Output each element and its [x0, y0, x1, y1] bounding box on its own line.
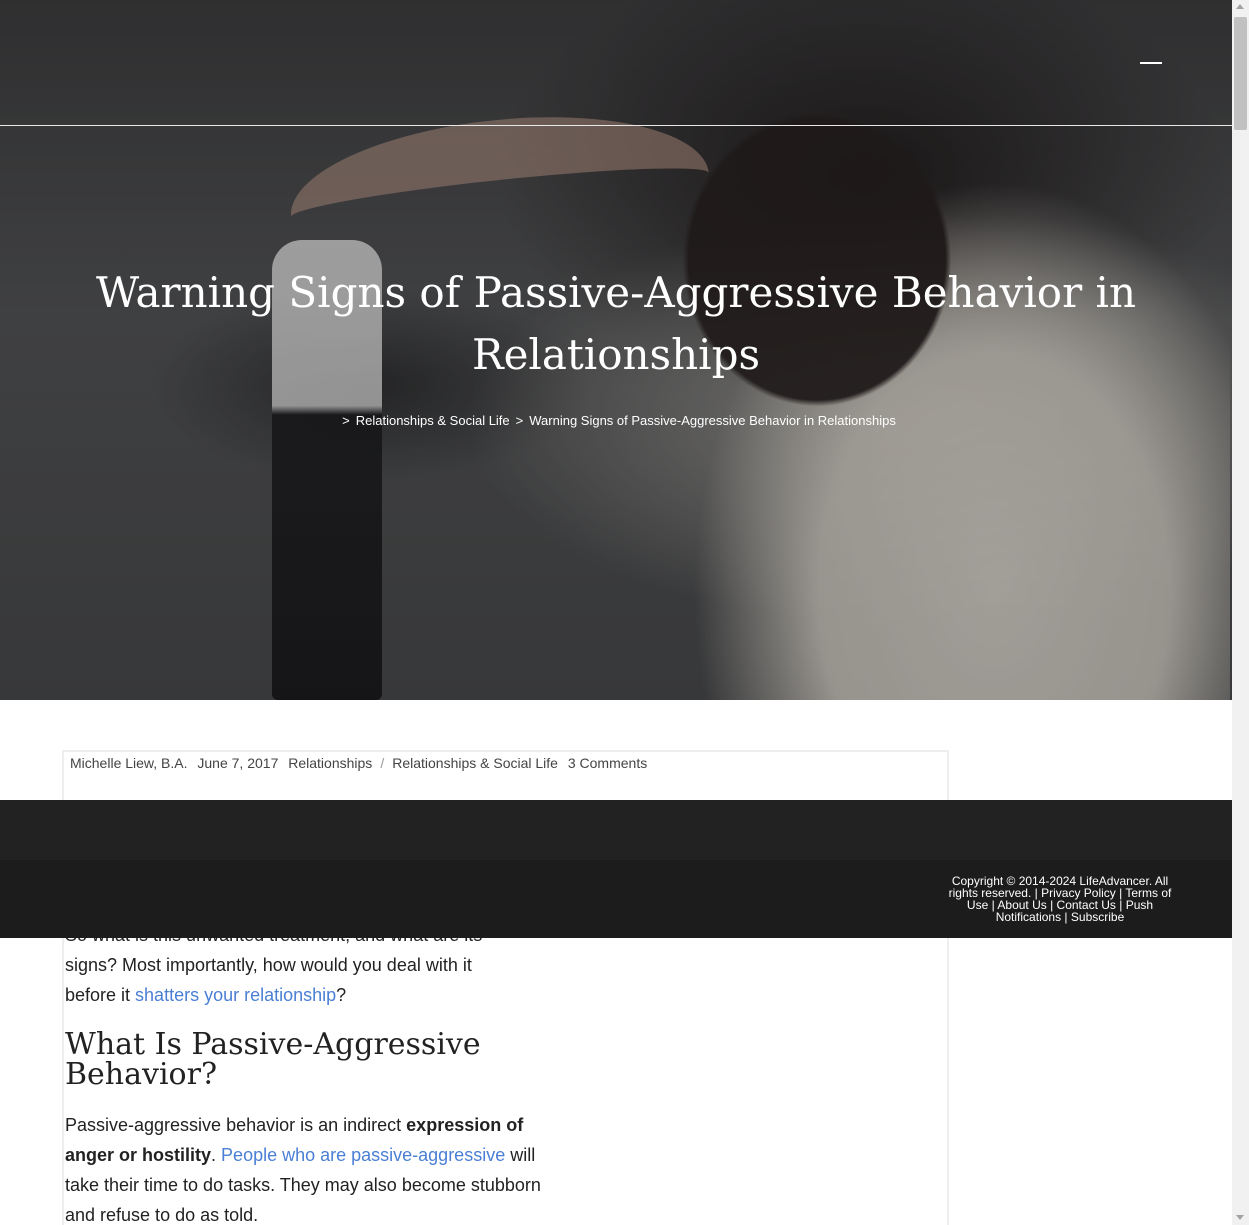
copyright-notice: Copyright © 2014-2024 LifeAdvancer. All …	[946, 875, 1174, 923]
subscribe-link[interactable]: Subscribe	[1071, 910, 1124, 924]
text-segment: .	[211, 1145, 222, 1165]
scrollbar-thumb[interactable]	[1234, 17, 1247, 130]
hero-banner: Warning Signs of Passive-Aggressive Beha…	[0, 0, 1232, 700]
scroll-down-arrow-icon[interactable]	[1236, 1215, 1244, 1220]
partial-paragraph-line: So what is this unwanted treatment, and …	[65, 938, 555, 950]
breadcrumb-separator: >	[515, 413, 524, 428]
comments-link[interactable]: 3 Comments	[568, 755, 647, 771]
breadcrumb-link-category[interactable]: Relationships & Social Life	[356, 413, 510, 428]
author-link[interactable]: Michelle Liew, B.A.	[70, 755, 188, 771]
category-link-social-life[interactable]: Relationships & Social Life	[392, 755, 558, 771]
article-paragraph-2: Passive-aggressive behavior is an indire…	[65, 1110, 550, 1225]
footer-widget-area	[0, 800, 1232, 860]
scroll-up-arrow-icon[interactable]	[1236, 4, 1244, 9]
post-date: June 7, 2017	[197, 755, 279, 771]
passive-aggressive-people-link[interactable]: People who are passive-aggressive	[221, 1145, 505, 1165]
paragraph-line: signs? Most importantly, how would you d…	[65, 955, 472, 975]
header-divider	[0, 125, 1232, 126]
menu-bar	[1140, 62, 1162, 64]
hamburger-menu-icon[interactable]	[1140, 56, 1164, 70]
category-separator: /	[380, 755, 385, 771]
article-paragraph-1: signs? Most importantly, how would you d…	[65, 950, 555, 1010]
breadcrumb: > Relationships & Social Life > Warning Sig…	[0, 413, 1232, 428]
page-title: Warning Signs of Passive-Aggressive Beha…	[95, 268, 1137, 379]
breadcrumb-separator: >	[342, 413, 350, 428]
footer-separator: |	[1061, 910, 1071, 924]
paragraph-line: before it shatters your relationship?	[65, 980, 555, 1010]
category-link-relationships[interactable]: Relationships	[288, 755, 372, 771]
text-segment: ?	[336, 985, 347, 1005]
vertical-scrollbar[interactable]	[1232, 0, 1249, 1225]
text-segment: before it	[65, 985, 136, 1005]
post-meta: Michelle Liew, B.A. June 7, 2017 Relatio…	[70, 755, 653, 771]
shatters-relationship-link[interactable]: shatters your relationship	[135, 985, 336, 1005]
section-heading: What Is Passive-Aggressive Behavior?	[65, 1027, 481, 1092]
breadcrumb-current: Warning Signs of Passive-Aggressive Beha…	[529, 413, 896, 428]
text-segment: Passive-aggressive behavior is an indire…	[65, 1115, 407, 1135]
